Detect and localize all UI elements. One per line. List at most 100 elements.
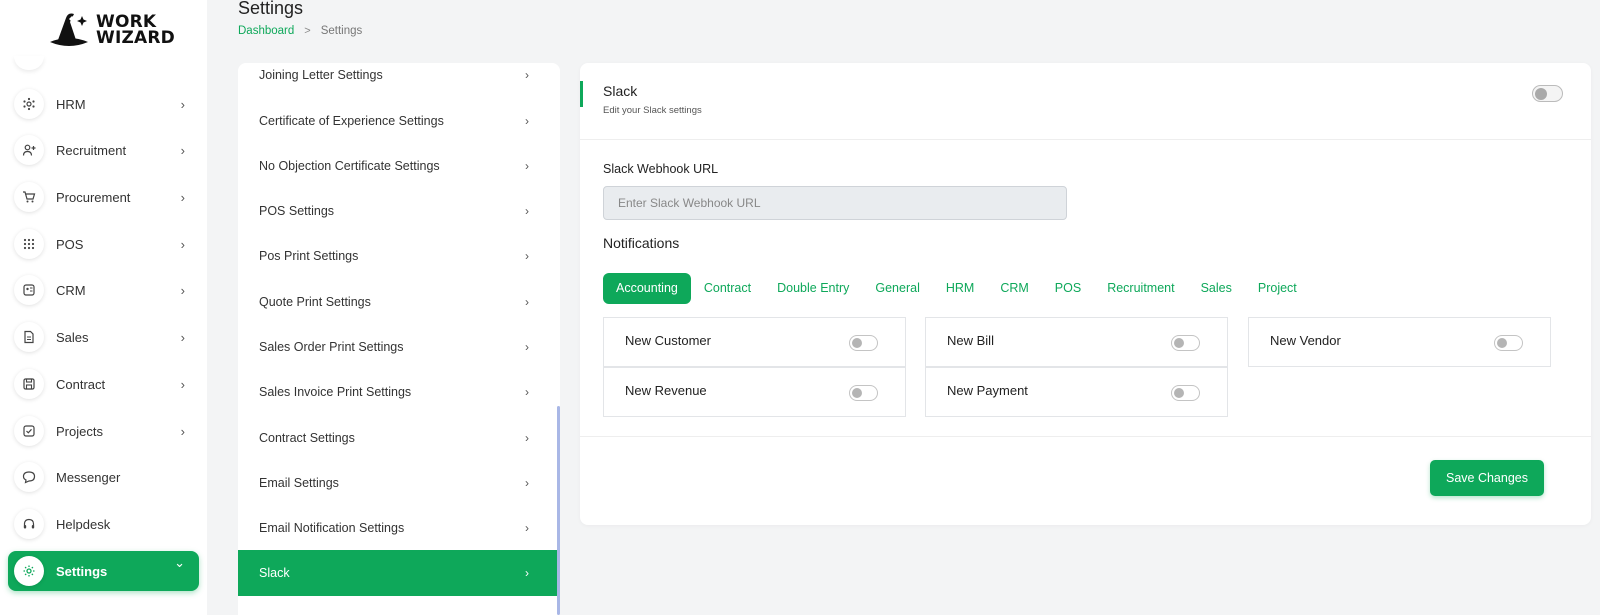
notification-label: New Customer xyxy=(625,333,711,348)
chevron-right-icon: › xyxy=(180,142,185,158)
tab-crm[interactable]: CRM xyxy=(987,273,1041,304)
gear-icon xyxy=(14,556,44,586)
sidebar-item-label: Sales xyxy=(56,329,89,345)
chevron-right-icon: › xyxy=(525,68,529,82)
tab-general[interactable]: General xyxy=(862,273,932,304)
notification-new-vendor: New Vendor xyxy=(1248,317,1551,367)
settings-item-email-notification[interactable]: Email Notification Settings › xyxy=(238,505,557,551)
sidebar-item-hrm[interactable]: HRM › xyxy=(8,84,199,124)
logo-text: WORK WIZARD xyxy=(96,14,175,48)
chevron-right-icon: › xyxy=(525,566,529,580)
new-revenue-toggle[interactable] xyxy=(849,385,878,401)
settings-item-quote-print[interactable]: Quote Print Settings › xyxy=(238,279,557,325)
sidebar-item-projects[interactable]: Projects › xyxy=(8,411,199,451)
settings-item-sales-invoice-print[interactable]: Sales Invoice Print Settings › xyxy=(238,369,557,415)
card-accent-bar xyxy=(580,81,583,107)
sidebar-item-label: Helpdesk xyxy=(56,516,111,532)
chevron-right-icon: › xyxy=(525,340,529,354)
chevron-right-icon: › xyxy=(525,521,529,535)
settings-item-pos-print[interactable]: Pos Print Settings › xyxy=(238,233,557,279)
new-customer-toggle[interactable] xyxy=(849,335,878,351)
breadcrumb-dashboard-link[interactable]: Dashboard xyxy=(238,25,294,37)
hrm-icon xyxy=(14,89,44,119)
slack-settings-card: Slack Edit your Slack settings Slack Web… xyxy=(580,63,1591,525)
sidebar-item-label: Projects xyxy=(56,423,103,439)
settings-item-contract[interactable]: Contract Settings › xyxy=(238,415,557,461)
settings-item-label: Quote Print Settings xyxy=(259,295,371,309)
tab-double-entry[interactable]: Double Entry xyxy=(764,273,862,304)
settings-item-pos[interactable]: POS Settings › xyxy=(238,188,557,234)
card-title: Slack xyxy=(603,83,638,99)
card-subtitle: Edit your Slack settings xyxy=(603,105,702,116)
grid-icon xyxy=(14,229,44,259)
checkbox-icon xyxy=(14,416,44,446)
breadcrumb-separator-icon: > xyxy=(304,25,311,37)
sidebar-item-label: Messenger xyxy=(56,469,121,485)
sidebar-item-procurement[interactable]: Procurement › xyxy=(8,177,199,217)
settings-item-label: Email Settings xyxy=(259,476,339,490)
tab-pos[interactable]: POS xyxy=(1042,273,1094,304)
sidebar-item-helpdesk[interactable]: Helpdesk xyxy=(8,504,199,544)
crm-icon xyxy=(14,275,44,305)
chevron-right-icon: › xyxy=(525,159,529,173)
new-vendor-toggle[interactable] xyxy=(1494,335,1523,351)
webhook-url-input[interactable] xyxy=(603,186,1067,220)
settings-item-joining-letter[interactable]: Joining Letter Settings › xyxy=(238,63,557,98)
sidebar-item-contract[interactable]: Contract › xyxy=(8,364,199,404)
sidebar-item-crm[interactable]: CRM › xyxy=(8,270,199,310)
tab-contract[interactable]: Contract xyxy=(691,273,764,304)
wizard-hat-icon xyxy=(46,10,92,50)
settings-menu: Joining Letter Settings › Certificate of … xyxy=(238,63,560,615)
card-divider xyxy=(580,139,1591,140)
settings-item-label: No Objection Certificate Settings xyxy=(259,159,440,173)
page-title: Settings xyxy=(238,0,304,18)
settings-item-label: Sales Order Print Settings xyxy=(259,340,404,354)
headset-icon xyxy=(14,509,44,539)
notification-new-customer: New Customer xyxy=(603,317,906,367)
sidebar-item-label: HRM xyxy=(56,96,86,112)
sidebar-item-label: Settings xyxy=(56,563,108,579)
chevron-right-icon: › xyxy=(525,476,529,490)
settings-item-email[interactable]: Email Settings › xyxy=(238,460,557,506)
sidebar-item-settings[interactable]: Settings ⌄ xyxy=(8,551,199,591)
chat-icon xyxy=(14,462,44,492)
chevron-right-icon: › xyxy=(525,114,529,128)
chevron-right-icon: › xyxy=(525,204,529,218)
tab-project[interactable]: Project xyxy=(1245,273,1310,304)
settings-item-label: Certificate of Experience Settings xyxy=(259,114,444,128)
webhook-label: Slack Webhook URL xyxy=(603,162,719,176)
settings-menu-scrollbar[interactable] xyxy=(557,406,560,615)
chevron-right-icon: › xyxy=(525,431,529,445)
sidebar-item-pos[interactable]: POS › xyxy=(8,224,199,264)
slack-enable-toggle[interactable] xyxy=(1532,85,1563,102)
chevron-right-icon: › xyxy=(180,96,185,112)
settings-item-label: Sales Invoice Print Settings xyxy=(259,385,412,399)
document-icon xyxy=(14,322,44,352)
notification-new-revenue: New Revenue xyxy=(603,367,906,417)
sidebar-item-label: Procurement xyxy=(56,189,131,205)
notification-new-bill: New Bill xyxy=(925,317,1228,367)
notification-label: New Payment xyxy=(947,383,1028,398)
tab-accounting[interactable]: Accounting xyxy=(603,273,691,304)
notification-label: New Bill xyxy=(947,333,994,348)
tab-recruitment[interactable]: Recruitment xyxy=(1094,273,1187,304)
settings-item-sales-order-print[interactable]: Sales Order Print Settings › xyxy=(238,324,557,370)
sidebar-item-messenger[interactable]: Messenger xyxy=(8,457,199,497)
sidebar-item-recruitment[interactable]: Recruitment › xyxy=(8,130,199,170)
tab-hrm[interactable]: HRM xyxy=(933,273,987,304)
logo[interactable]: WORK WIZARD xyxy=(46,10,175,50)
sidebar-item-sales[interactable]: Sales › xyxy=(8,317,199,357)
notifications-title: Notifications xyxy=(603,235,680,251)
sidebar-item-label: Contract xyxy=(56,376,106,392)
settings-item-label: POS Settings xyxy=(259,204,335,218)
logo-line-2: WIZARD xyxy=(96,28,175,48)
settings-item-certificate-of-experience[interactable]: Certificate of Experience Settings › xyxy=(238,98,557,144)
save-changes-button[interactable]: Save Changes xyxy=(1430,460,1544,496)
tab-sales[interactable]: Sales xyxy=(1188,273,1245,304)
settings-item-no-objection-certificate[interactable]: No Objection Certificate Settings › xyxy=(238,143,557,189)
new-bill-toggle[interactable] xyxy=(1171,335,1200,351)
settings-item-slack[interactable]: Slack › xyxy=(238,550,557,596)
new-payment-toggle[interactable] xyxy=(1171,385,1200,401)
chevron-right-icon: › xyxy=(180,236,185,252)
sidebar-item-label: Recruitment xyxy=(56,142,127,158)
